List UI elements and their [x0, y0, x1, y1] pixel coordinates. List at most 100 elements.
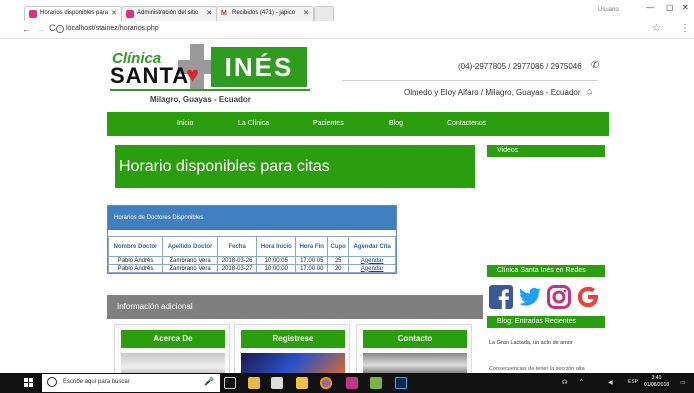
- instagram-icon[interactable]: [547, 285, 571, 309]
- folder-icon[interactable]: [296, 377, 308, 389]
- nav-item-inicio[interactable]: Inicio: [177, 120, 193, 127]
- cortana-icon: [47, 377, 57, 387]
- card-contacto[interactable]: Contacto: [356, 324, 472, 379]
- task-view-icon[interactable]: [224, 377, 236, 389]
- card-registrese[interactable]: Registrese: [234, 324, 350, 379]
- heart-logo-icon: ♥: [186, 62, 200, 87]
- blog-entry-link[interactable]: Consecuencias de tener la sección alta: [489, 366, 585, 372]
- tab-label: Administración del sitio: [137, 10, 199, 16]
- search-placeholder: Escribe aquí para buscar: [63, 379, 130, 385]
- notifications-icon[interactable]: ▭: [680, 379, 686, 386]
- blog-entry-link[interactable]: La Gran Lactada, un acto de amor: [489, 340, 573, 346]
- card-title: Contacto: [363, 330, 467, 348]
- clinic-favicon-icon: [29, 10, 37, 18]
- header-divider: [342, 80, 598, 81]
- tab-label: Horarios disponibles para: [40, 10, 109, 16]
- table-header-row: Nombre Doctor Apellido Doctor Fecha Hora…: [108, 236, 396, 257]
- network-icon[interactable]: ☊: [562, 379, 567, 386]
- close-icon[interactable]: ✕: [111, 7, 117, 20]
- minimize-icon[interactable]: —: [646, 3, 654, 12]
- table-cell: 10:00:00: [256, 264, 297, 273]
- table-cell: Pablo Andrés: [108, 264, 163, 273]
- table-cell: 20: [327, 264, 350, 273]
- taskbar-clock[interactable]: 3:40 01/08/2018: [644, 375, 669, 389]
- taskbar-search[interactable]: Escribe aquí para buscar 🎤: [42, 374, 220, 392]
- address-bar: ← → C i localhost/stainez/horarios.php ☆…: [0, 21, 694, 39]
- col-header: Fecha: [217, 236, 258, 257]
- file-explorer-icon[interactable]: [248, 377, 260, 389]
- close-icon[interactable]: ✕: [303, 7, 309, 20]
- reload-icon[interactable]: C: [49, 23, 56, 33]
- clinic-favicon-icon: [126, 10, 134, 18]
- profile-name[interactable]: Usuario: [598, 7, 619, 13]
- site-info-icon[interactable]: i: [56, 25, 64, 33]
- header-address: Olmedo y Eloy Alfaro / Milagro, Guayas -…: [404, 88, 581, 97]
- photoshop-icon[interactable]: [395, 377, 407, 389]
- tab-label: Recibidos (471) - japico: [232, 10, 296, 16]
- app-icon[interactable]: [346, 377, 358, 389]
- logo-santa-text: SANTA: [110, 63, 190, 88]
- card-acerca-de[interactable]: Acerca De: [114, 324, 230, 379]
- tab-gmail[interactable]: M Recibidos (471) - japico ✕: [216, 6, 314, 21]
- url-field[interactable]: localhost/stainez/horarios.php: [66, 25, 159, 32]
- col-header: Agendar Cita: [348, 236, 396, 257]
- notepad-icon[interactable]: [370, 377, 382, 389]
- chrome-icon[interactable]: [320, 377, 332, 389]
- schedule-panel-title: Horarios de Doctores Disponibles: [108, 206, 396, 230]
- menu-icon[interactable]: ⋮: [680, 23, 690, 34]
- restore-icon[interactable]: ▢: [666, 3, 674, 12]
- windows-start-icon[interactable]: [24, 378, 34, 388]
- main-nav: Inicio La Clínica Pacientes Blog Contact…: [107, 112, 609, 136]
- nav-item-blog[interactable]: Blog: [389, 120, 403, 127]
- table-cell: 10:00:05: [256, 256, 297, 265]
- window-close-icon[interactable]: ✕: [682, 3, 689, 12]
- table-cell: Pablo Andrés: [108, 256, 163, 265]
- table-cell: 17:00:00: [295, 264, 329, 273]
- logo-subtitle: Milagro, Guayas - Ecuador: [150, 95, 251, 104]
- schedule-panel: Horarios de Doctores Disponibles Nombre …: [107, 205, 397, 274]
- table-row: Pablo Andrés Zambrano Vera 2018-03-26 10…: [108, 256, 396, 265]
- new-tab-button[interactable]: [314, 6, 334, 21]
- col-header: Apellido Doctor: [161, 236, 219, 257]
- back-icon[interactable]: ←: [22, 24, 31, 34]
- twitter-icon[interactable]: [518, 285, 542, 309]
- close-icon[interactable]: ✕: [206, 7, 212, 20]
- table-cell: Zambrano Vera: [161, 264, 219, 273]
- tray-expand-icon[interactable]: ^: [580, 379, 583, 385]
- logo-underline: [110, 89, 310, 91]
- blog-header: Blog: Entradas Recientes: [487, 316, 605, 328]
- card-title: Registrese: [241, 330, 345, 348]
- logo-ines-text: INÉS: [211, 47, 307, 87]
- bookmark-star-icon[interactable]: ☆: [652, 23, 661, 34]
- agendar-link[interactable]: Agendar: [361, 266, 384, 272]
- table-cell: 17:00:05: [295, 256, 329, 265]
- schedule-table: Nombre Doctor Apellido Doctor Fecha Hora…: [108, 236, 396, 273]
- col-header: Hora Fin: [295, 236, 329, 257]
- microphone-icon[interactable]: 🎤: [204, 377, 214, 386]
- nav-item-contactenos[interactable]: Contactenos: [447, 120, 486, 127]
- taskbar: Escribe aquí para buscar 🎤 ☊ ^ ◀ ESP 3:4…: [0, 373, 694, 393]
- volume-icon[interactable]: ◀: [608, 379, 613, 386]
- header-phone: (04)-2977805 / 2977086 / 2975046: [458, 62, 582, 71]
- table-cell: Zambrano Vera: [161, 256, 219, 265]
- nav-item-pacientes[interactable]: Pacientes: [313, 120, 344, 127]
- col-header: Cupo: [327, 236, 350, 257]
- tab-admin[interactable]: Administración del sitio ✕: [121, 6, 217, 21]
- language-indicator[interactable]: ESP: [628, 379, 638, 385]
- google-plus-icon[interactable]: [576, 285, 600, 309]
- table-cell: Agendar: [348, 264, 396, 273]
- table-cell: 25: [327, 256, 350, 265]
- tab-horarios[interactable]: Horarios disponibles para ✕: [24, 6, 122, 21]
- page-title: Horario disponibles para citas: [115, 145, 475, 188]
- table-row: Pablo Andrés Zambrano Vera 2018-03-27 10…: [108, 264, 396, 273]
- forward-icon[interactable]: →: [36, 24, 45, 34]
- table-cell: 2018-03-26: [217, 256, 258, 265]
- nav-item-la-clinica[interactable]: La Clínica: [238, 120, 269, 127]
- clock-date: 01/08/2018: [644, 382, 670, 388]
- social-header: Clínica Santa Inés en Redes: [487, 265, 605, 277]
- agendar-link[interactable]: Agendar: [361, 258, 384, 264]
- card-title: Acerca De: [121, 330, 225, 348]
- table-cell: 2018-03-27: [217, 264, 258, 273]
- facebook-icon[interactable]: [489, 285, 513, 309]
- store-icon[interactable]: [271, 377, 283, 389]
